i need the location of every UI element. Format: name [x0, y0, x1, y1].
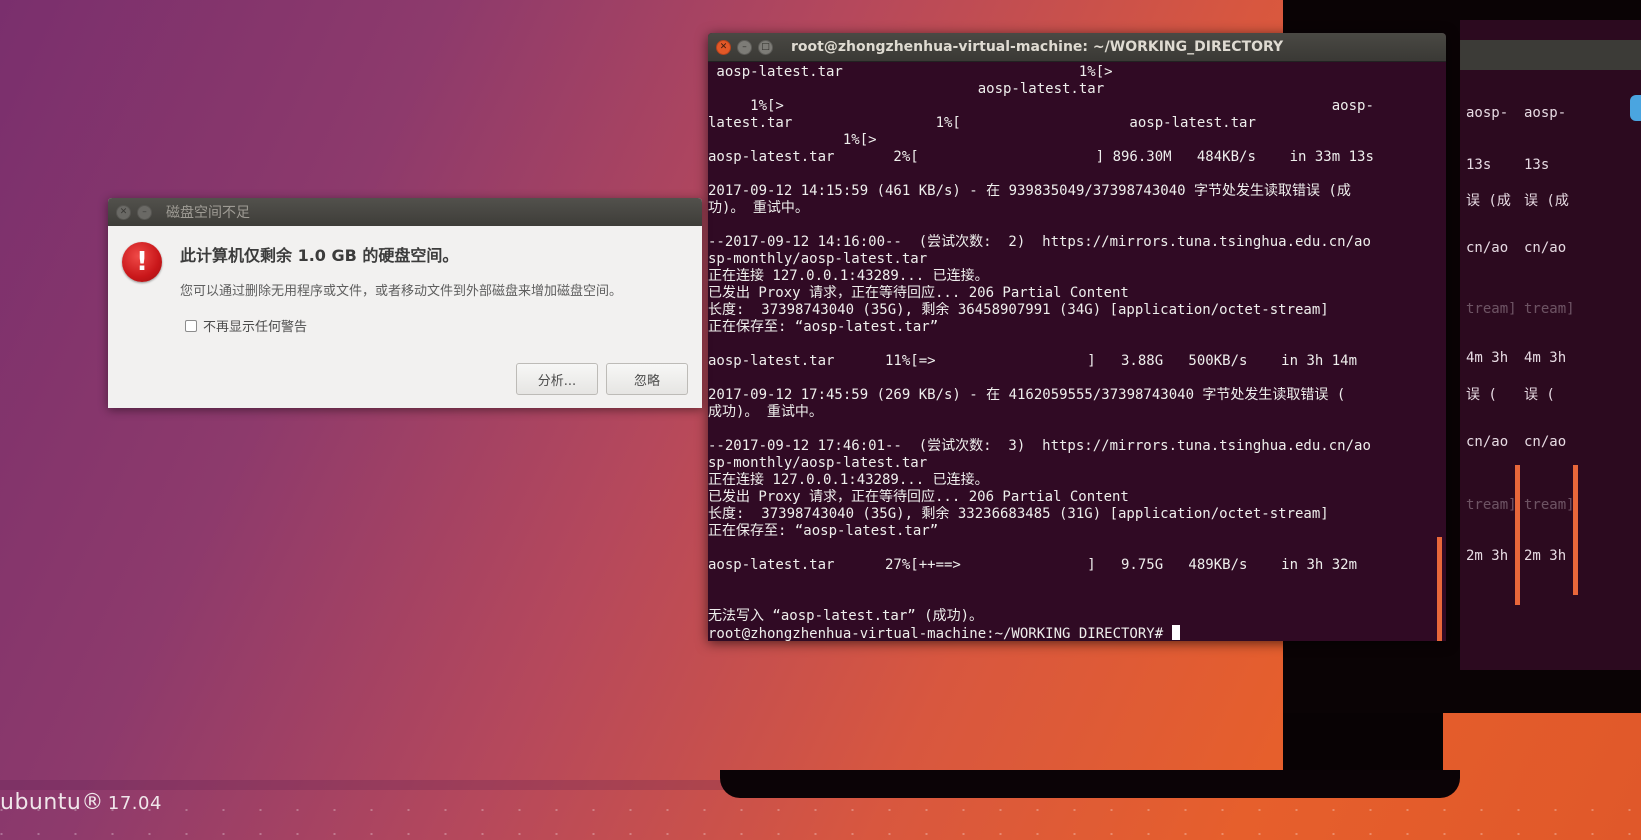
ghost-text: 误 (成: [1524, 193, 1569, 209]
ghost-text: aosp-: [1466, 105, 1509, 121]
terminal-line: 长度: 37398743040 (35G), 剩余 33236683485 (3…: [708, 506, 1329, 522]
ghost-titlebar: [1460, 40, 1641, 70]
dialog-titlebar[interactable]: ✕ – 磁盘空间不足: [108, 198, 702, 226]
analyze-button[interactable]: 分析...: [516, 363, 598, 395]
terminal-line: 功)。 重试中。: [708, 200, 809, 216]
ghost-text: 误 (: [1524, 387, 1555, 403]
terminal-line: 已发出 Proxy 请求，正在等待回应... 206 Partial Conte…: [708, 489, 1129, 505]
ubuntu-logo: ubuntu® 17.04: [0, 790, 162, 815]
terminal-line: latest.tar 1%[ aosp-latest.tar: [708, 115, 1256, 131]
terminal-line: 2017-09-12 17:45:59 (269 KB/s) - 在 41620…: [708, 387, 1346, 403]
dont-show-warnings-checkbox[interactable]: 不再显示任何警告: [185, 316, 307, 335]
ghost-text: 13s: [1524, 157, 1550, 173]
terminal-line: sp-monthly/aosp-latest.tar: [708, 251, 928, 267]
ghost-text: cn/ao: [1466, 434, 1509, 450]
os-brand: ubuntu: [0, 790, 82, 815]
ghost-text: 4m 3h: [1466, 350, 1509, 366]
desktop-background: aosp- 13s 误 (成 cn/ao tream] 4m 3h 误 ( cn…: [0, 0, 1641, 840]
terminal-line: 长度: 37398743040 (35G), 剩余 36458907991 (3…: [708, 302, 1329, 318]
ghost-text: cn/ao: [1524, 240, 1567, 256]
ghost-text: cn/ao: [1524, 434, 1567, 450]
terminal-line: 2017-09-12 14:15:59 (461 KB/s) - 在 93983…: [708, 183, 1351, 199]
minimize-icon[interactable]: –: [737, 39, 752, 55]
ghost-text: tream]: [1466, 301, 1517, 317]
terminal-line: 已发出 Proxy 请求，正在等待回应... 206 Partial Conte…: [708, 285, 1129, 301]
terminal-output[interactable]: aosp-latest.tar 1%[> aosp-latest.tar 1%[…: [708, 62, 1446, 641]
dialog-message: 您可以通过删除无用程序或文件，或者移动文件到外部磁盘来增加磁盘空间。: [180, 284, 623, 299]
terminal-line: 正在连接 127.0.0.1:43289... 已连接。: [708, 472, 989, 488]
ghost-text: cn/ao: [1466, 240, 1509, 256]
side-edge-icon: [1630, 95, 1641, 121]
ghost-text: tream]: [1524, 497, 1575, 513]
ghost-text: tream]: [1466, 497, 1517, 513]
error-icon: !: [122, 242, 162, 282]
ghost-terminal-trail: aosp- 13s 误 (成 cn/ao tream] 4m 3h 误 ( cn…: [1460, 20, 1641, 670]
ghost-text: 误 (成: [1466, 193, 1511, 209]
ghost-text: 误 (: [1466, 387, 1497, 403]
ignore-button[interactable]: 忽略: [606, 363, 688, 395]
terminal-line: 成功)。 重试中。: [708, 404, 823, 420]
ghost-text: 2m 3h: [1466, 548, 1509, 564]
maximize-icon[interactable]: □: [758, 39, 773, 55]
shell-prompt: root@zhongzhenhua-virtual-machine:~/WORK…: [708, 626, 1172, 641]
ghost-text: aosp-: [1524, 105, 1567, 121]
terminal-line: 正在保存至: “aosp-latest.tar”: [708, 319, 939, 335]
terminal-line: 1%[> aosp-: [708, 98, 1374, 114]
dialog-title: 磁盘空间不足: [166, 205, 250, 221]
dialog-heading: 此计算机仅剩余 1.0 GB 的硬盘空间。: [180, 246, 459, 265]
ghost-text: 2m 3h: [1524, 548, 1567, 564]
terminal-line: aosp-latest.tar 2%[ ] 896.30M 484KB/s in…: [708, 149, 1374, 165]
ghost-text: 13s: [1466, 157, 1492, 173]
terminal-line: aosp-latest.tar 27%[++==> ] 9.75G 489KB/…: [708, 557, 1358, 573]
close-icon[interactable]: ✕: [716, 39, 731, 55]
terminal-line: aosp-latest.tar 11%[=> ] 3.88G 500KB/s i…: [708, 353, 1358, 369]
ghost-scroll-stripe: [1515, 465, 1520, 605]
checkbox-box[interactable]: [185, 319, 197, 332]
terminal-prompt-line[interactable]: root@zhongzhenhua-virtual-machine:~/WORK…: [708, 625, 1446, 641]
terminal-cursor: [1171, 625, 1180, 640]
terminal-title: root@zhongzhenhua-virtual-machine: ~/WOR…: [791, 39, 1284, 55]
ghost-text: tream]: [1524, 301, 1575, 317]
os-version: 17.04: [107, 793, 162, 814]
terminal-line: sp-monthly/aosp-latest.tar: [708, 455, 928, 471]
terminal-line: --2017-09-12 17:46:01-- (尝试次数: 3) https:…: [708, 438, 1371, 454]
terminal-line: 1%[>: [708, 132, 877, 148]
low-disk-space-dialog: ✕ – 磁盘空间不足 ! 此计算机仅剩余 1.0 GB 的硬盘空间。 您可以通过…: [108, 198, 702, 408]
terminal-titlebar[interactable]: ✕ – □ root@zhongzhenhua-virtual-machine:…: [708, 33, 1446, 62]
terminal-line: 正在连接 127.0.0.1:43289... 已连接。: [708, 268, 989, 284]
terminal-window[interactable]: ✕ – □ root@zhongzhenhua-virtual-machine:…: [708, 33, 1446, 641]
checkbox-label: 不再显示任何警告: [203, 320, 308, 335]
terminal-line: --2017-09-12 14:16:00-- (尝试次数: 2) https:…: [708, 234, 1371, 250]
terminal-scrollbar[interactable]: [1437, 537, 1442, 641]
close-icon[interactable]: ✕: [116, 204, 131, 220]
ghost-text: 4m 3h: [1524, 350, 1567, 366]
minimize-icon[interactable]: –: [137, 204, 152, 220]
terminal-line: 无法写入 “aosp-latest.tar” (成功)。: [708, 608, 984, 624]
render-artifact-shadow: [720, 770, 1460, 798]
ghost-scroll-stripe: [1573, 465, 1578, 595]
terminal-line: aosp-latest.tar 1%[>: [708, 64, 1113, 80]
terminal-line: 正在保存至: “aosp-latest.tar”: [708, 523, 939, 539]
terminal-line: aosp-latest.tar: [708, 81, 1105, 97]
